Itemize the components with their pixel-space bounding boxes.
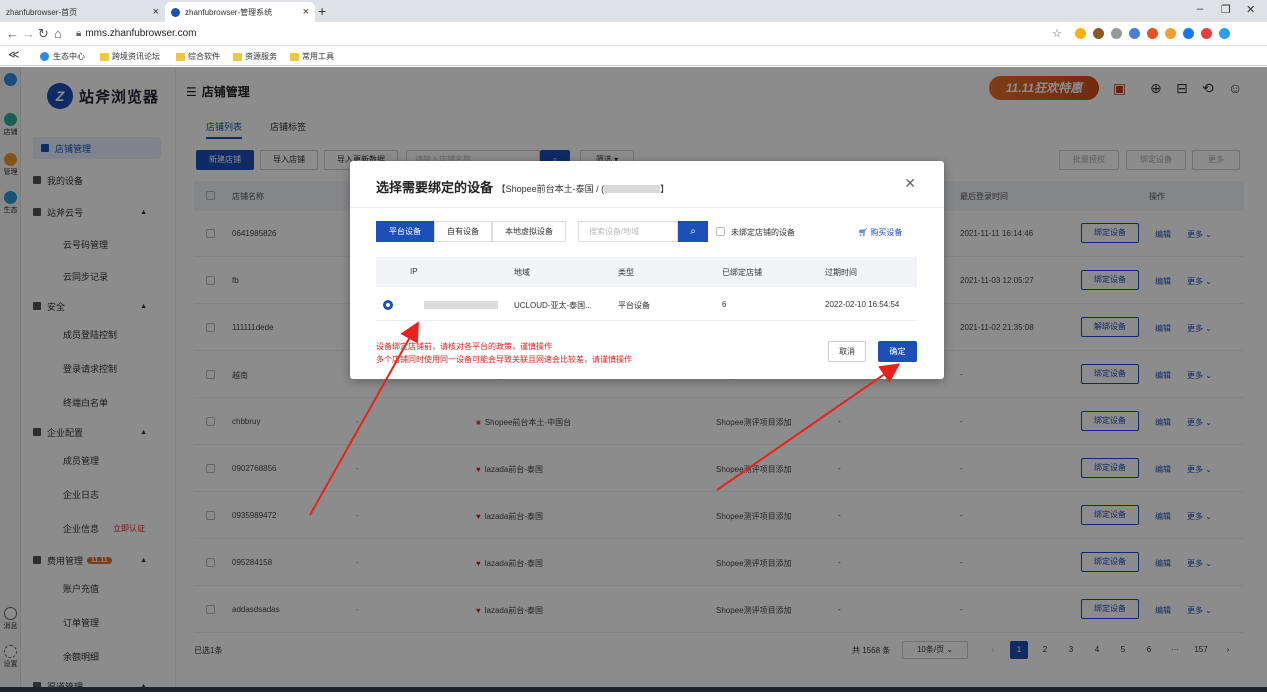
home-icon[interactable]: ⌂ [54,26,62,41]
bookmark-folder[interactable]: 资源服务 [233,51,277,62]
cart-icon: 🛒︎ [858,228,871,237]
search-icon[interactable]: ⌕ [678,221,708,242]
tab-title: zhanfubrowser-管理系统 [185,7,273,17]
extension-icon[interactable] [1147,28,1158,39]
extension-icon[interactable] [1093,28,1104,39]
bookmark-folder[interactable]: 跨境资讯论坛 [100,51,160,62]
extension-icon[interactable] [1075,28,1086,39]
folder-icon [290,52,299,61]
forward-icon[interactable]: → [22,26,35,41]
extension-icon[interactable] [1129,28,1140,39]
bookmark-ecosystem[interactable]: 生态中心 [40,51,85,62]
col-type: 类型 [618,268,634,277]
warning-text: 设备绑定店铺前，请核对各平台的政策，谨慎操作 [376,342,552,351]
extension-icon[interactable] [1219,28,1230,39]
device-bound: 6 [722,300,727,309]
close-icon[interactable]: ✕ [904,175,916,192]
col-bound-shops: 已绑定店铺 [722,268,762,277]
device-region: UCLOUD-亚太-泰国... [514,301,592,310]
url-field[interactable]: 🔒︎ mms.zhanfubrowser.com [76,28,196,39]
masked-shop-name [604,184,661,193]
divider [350,207,944,208]
device-type: 平台设备 [618,301,650,310]
maximize-icon[interactable]: ❐ [1221,3,1231,16]
device-table-header: IP 地域 类型 已绑定店铺 过期时间 [376,257,917,287]
close-icon[interactable]: × [153,6,159,18]
masked-ip [424,301,498,309]
cancel-button[interactable]: 取消 [828,341,866,362]
globe-icon [40,52,49,61]
apps-icon[interactable]: ≪ [8,48,20,61]
bookmark-folder[interactable]: 综合软件 [176,51,220,62]
favicon-icon [171,7,180,17]
col-region: 地域 [514,268,530,277]
tab-own-device[interactable]: 自有设备 [434,221,492,242]
device-row[interactable]: UCLOUD-亚太-泰国... 平台设备 6 2022-02-10 16:54:… [376,289,917,321]
confirm-button[interactable]: 确定 [878,341,917,362]
folder-icon [233,52,242,61]
facebook-icon[interactable] [1183,28,1194,39]
window-close-icon[interactable]: ✕ [1246,3,1255,16]
browser-tab-bar: zhanfubrowser-首页 × zhanfubrowser-管理系统 × … [0,0,1267,22]
tab-admin[interactable]: zhanfubrowser-管理系统 × [165,2,315,22]
minimize-icon[interactable]: – [1197,3,1203,15]
close-icon[interactable]: × [303,6,309,18]
tab-platform-device[interactable]: 平台设备 [376,221,434,242]
extension-icon[interactable] [1165,28,1176,39]
dialog-title: 选择需要绑定的设备 【Shopee前台本土-泰国 / (】 [376,180,670,195]
tab-title: zhanfubrowser-首页 [6,7,78,17]
bookmarks-bar: ≪ 生态中心 跨境资讯论坛 综合软件 资源服务 常用工具 [0,46,1267,66]
device-expire: 2022-02-10 16:54:54 [825,300,900,309]
folder-icon [176,52,185,61]
unbound-only-checkbox[interactable] [716,227,725,236]
col-expire: 过期时间 [825,268,857,277]
device-search-input[interactable]: 搜索设备/地域 [578,221,678,242]
buy-device-link[interactable]: 🛒︎ 购买设备 [858,227,902,238]
bind-device-dialog: 选择需要绑定的设备 【Shopee前台本土-泰国 / (】 ✕ 平台设备 自有设… [350,161,944,379]
folder-icon [100,52,109,61]
extension-icon[interactable] [1201,28,1212,39]
tab-home[interactable]: zhanfubrowser-首页 × [0,2,165,22]
tab-local-virtual[interactable]: 本地虚拟设备 [492,221,566,242]
taskbar [0,687,1267,692]
warning-text: 多个店铺同时使用同一设备可能会导致关联且网速会比较差，请谨慎操作 [376,355,632,364]
star-icon[interactable]: ☆ [1052,27,1062,40]
col-ip: IP [410,267,418,276]
extension-icon[interactable] [1111,28,1122,39]
bookmark-folder[interactable]: 常用工具 [290,51,334,62]
device-radio[interactable] [383,300,393,310]
back-icon[interactable]: ← [6,26,19,41]
address-bar-row: ← → ↻ ⌂ 🔒︎ mms.zhanfubrowser.com ☆ [0,22,1267,46]
reload-icon[interactable]: ↻ [38,26,49,42]
unbound-only-label: 未绑定店铺的设备 [731,228,795,237]
lock-icon: 🔒︎ [76,28,82,39]
new-tab-icon[interactable]: + [318,3,326,19]
